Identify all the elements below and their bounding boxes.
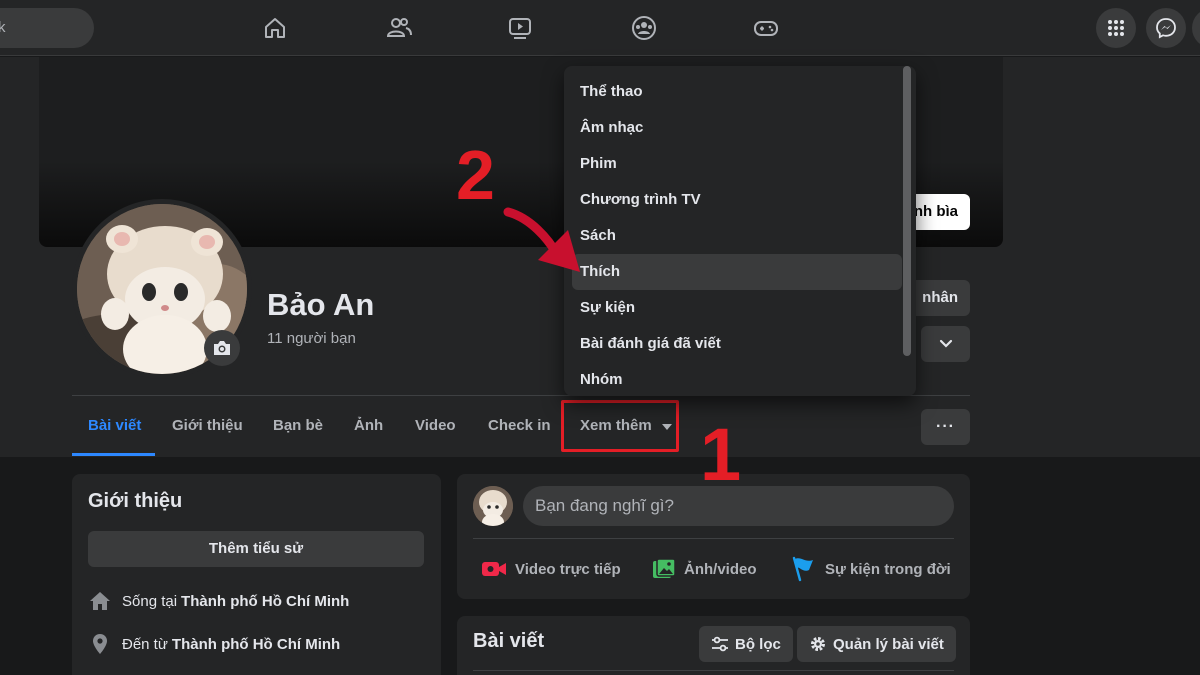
tab-friends[interactable]: Bạn bè	[273, 396, 323, 456]
menu-item-likes[interactable]: Thích	[572, 254, 902, 290]
camera-icon[interactable]	[204, 330, 240, 366]
composer-avatar[interactable]	[473, 486, 513, 526]
live-video-icon	[482, 562, 506, 576]
filter-label: Bộ lọc	[735, 635, 781, 653]
lives-in-city[interactable]: Thành phố Hồ Chí Minh	[181, 593, 349, 610]
profile-name: Bảo An	[267, 287, 375, 322]
intro-card: Giới thiệu Thêm tiểu sử Sống tại Thành p…	[72, 474, 441, 675]
menu-item-events[interactable]: Sự kiện	[572, 290, 902, 326]
menu-item-reviews-written[interactable]: Bài đánh giá đã viết	[572, 326, 902, 362]
tab-check-in[interactable]: Check in	[488, 396, 551, 456]
menu-item-sports[interactable]: Thể thao	[572, 74, 902, 110]
photo-video-label: Ảnh/video	[684, 560, 757, 578]
add-bio-button[interactable]: Thêm tiểu sử	[88, 531, 424, 567]
tab-about[interactable]: Giới thiệu	[172, 396, 243, 456]
messenger-icon[interactable]	[1146, 8, 1186, 48]
lives-in-row: Sống tại Thành phố Hồ Chí Minh	[88, 589, 349, 613]
menu-item-tv-shows[interactable]: Chương trình TV	[572, 182, 902, 218]
tab-photos[interactable]: Ảnh	[354, 396, 383, 456]
tab-videos[interactable]: Video	[415, 396, 456, 456]
account-button[interactable]	[1192, 8, 1200, 48]
location-pin-icon	[88, 632, 112, 656]
intro-title: Giới thiệu	[88, 490, 183, 512]
gaming-icon[interactable]	[746, 8, 786, 48]
step-number-2: 2	[456, 136, 495, 214]
see-more-dropdown: Thể thao Âm nhạc Phim Chương trình TV Sá…	[564, 66, 916, 396]
composer-divider	[473, 538, 954, 539]
posts-card: Bài viết Bộ lọc Quản lý bài viết	[457, 616, 970, 675]
house-icon	[88, 589, 112, 613]
friends-count[interactable]: 11 người bạn	[267, 330, 356, 347]
groups-icon[interactable]	[624, 8, 664, 48]
photo-video-button[interactable]: Ảnh/video	[652, 554, 757, 584]
lives-in-prefix: Sống tại	[122, 592, 178, 610]
manage-posts-button[interactable]: Quản lý bài viết	[797, 626, 956, 662]
step-number-1: 1	[700, 413, 742, 496]
chevron-down-icon[interactable]	[921, 326, 970, 362]
top-navigation-bar: k	[0, 0, 1200, 56]
more-options-button[interactable]: ···	[921, 409, 970, 445]
gear-icon	[811, 637, 825, 651]
menu-item-groups[interactable]: Nhóm	[572, 362, 902, 396]
live-video-label: Video trực tiếp	[515, 560, 621, 578]
live-video-button[interactable]: Video trực tiếp	[481, 554, 621, 584]
flag-icon	[792, 556, 813, 582]
menu-item-music[interactable]: Âm nhạc	[572, 110, 902, 146]
posts-title: Bài viết	[473, 630, 545, 652]
watch-icon[interactable]	[500, 8, 540, 48]
highlight-box	[561, 400, 679, 452]
from-row: Đến từ Thành phố Hồ Chí Minh	[88, 632, 340, 656]
from-prefix: Đến từ	[122, 635, 168, 653]
annotation-arrow	[503, 207, 580, 272]
posts-divider	[473, 670, 954, 671]
life-event-label: Sự kiện trong đời	[825, 560, 951, 578]
menu-item-books[interactable]: Sách	[572, 218, 902, 254]
manage-posts-label: Quản lý bài viết	[833, 635, 944, 653]
tab-posts[interactable]: Bài viết	[88, 396, 141, 456]
filter-button[interactable]: Bộ lọc	[699, 626, 793, 662]
home-icon[interactable]	[255, 8, 295, 48]
active-tab-indicator	[72, 453, 155, 456]
friends-icon[interactable]	[379, 8, 419, 48]
menu-item-movies[interactable]: Phim	[572, 146, 902, 182]
filter-sliders-icon	[712, 636, 728, 652]
photo-video-icon	[653, 558, 676, 578]
life-event-button[interactable]: Sự kiện trong đời	[791, 554, 951, 584]
from-city[interactable]: Thành phố Hồ Chí Minh	[172, 636, 340, 653]
search-input[interactable]: k	[0, 8, 94, 48]
menu-grid-icon[interactable]	[1096, 8, 1136, 48]
dropdown-scrollbar[interactable]	[903, 66, 911, 356]
